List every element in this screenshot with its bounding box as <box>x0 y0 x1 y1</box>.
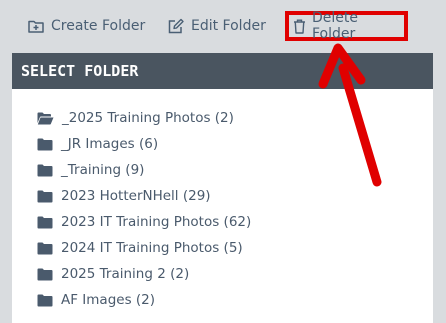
folder-item[interactable]: _JR Images (6) <box>37 131 251 157</box>
create-folder-button[interactable]: Create Folder <box>28 12 145 40</box>
trash-icon <box>293 19 306 34</box>
folder-icon <box>37 268 53 281</box>
folder-label: _Training (9) <box>61 162 145 178</box>
folder-item[interactable]: 2023 IT Training Photos (62) <box>37 209 251 235</box>
folder-icon <box>37 242 53 255</box>
delete-folder-label: Delete Folder <box>312 10 358 42</box>
folder-open-icon <box>37 112 54 125</box>
folder-item[interactable]: _2025 Training Photos (2) <box>37 105 251 131</box>
folder-label: 2025 Training 2 (2) <box>61 266 190 282</box>
folder-item[interactable]: 2024 IT Training Photos (5) <box>37 235 251 261</box>
edit-icon <box>168 18 184 34</box>
folder-item[interactable]: AF Images (2) <box>37 287 251 313</box>
folder-label: 2023 IT Training Photos (62) <box>61 214 252 230</box>
folder-label: 2023 HotterNHell (29) <box>61 188 211 204</box>
folder-label: _JR Images (6) <box>61 136 159 152</box>
folder-item[interactable]: 2025 Training 2 (2) <box>37 261 251 287</box>
folder-item[interactable]: 2023 HotterNHell (29) <box>37 183 251 209</box>
folder-label: _2025 Training Photos (2) <box>62 110 234 126</box>
panel-title: SELECT FOLDER <box>12 53 433 89</box>
folder-list: _2025 Training Photos (2) _JR Images (6) _… <box>37 105 251 313</box>
folder-icon <box>37 294 53 307</box>
create-folder-label: Create Folder <box>51 18 146 34</box>
folder-item[interactable]: _Training (9) <box>37 157 251 183</box>
select-folder-panel: SELECT FOLDER _2025 Training Photos (2) _… <box>12 53 433 323</box>
folder-icon <box>37 138 53 151</box>
folder-icon <box>37 164 53 177</box>
folder-icon <box>37 216 53 229</box>
folder-plus-icon <box>28 19 44 33</box>
folder-icon <box>37 190 53 203</box>
edit-folder-label: Edit Folder <box>191 18 266 34</box>
edit-folder-button[interactable]: Edit Folder <box>168 12 266 40</box>
folder-toolbar: Create Folder Edit Folder Delete Folder <box>0 0 446 52</box>
folder-label: AF Images (2) <box>61 292 156 308</box>
folder-label: 2024 IT Training Photos (5) <box>61 240 243 256</box>
delete-folder-button[interactable]: Delete Folder <box>285 10 408 42</box>
